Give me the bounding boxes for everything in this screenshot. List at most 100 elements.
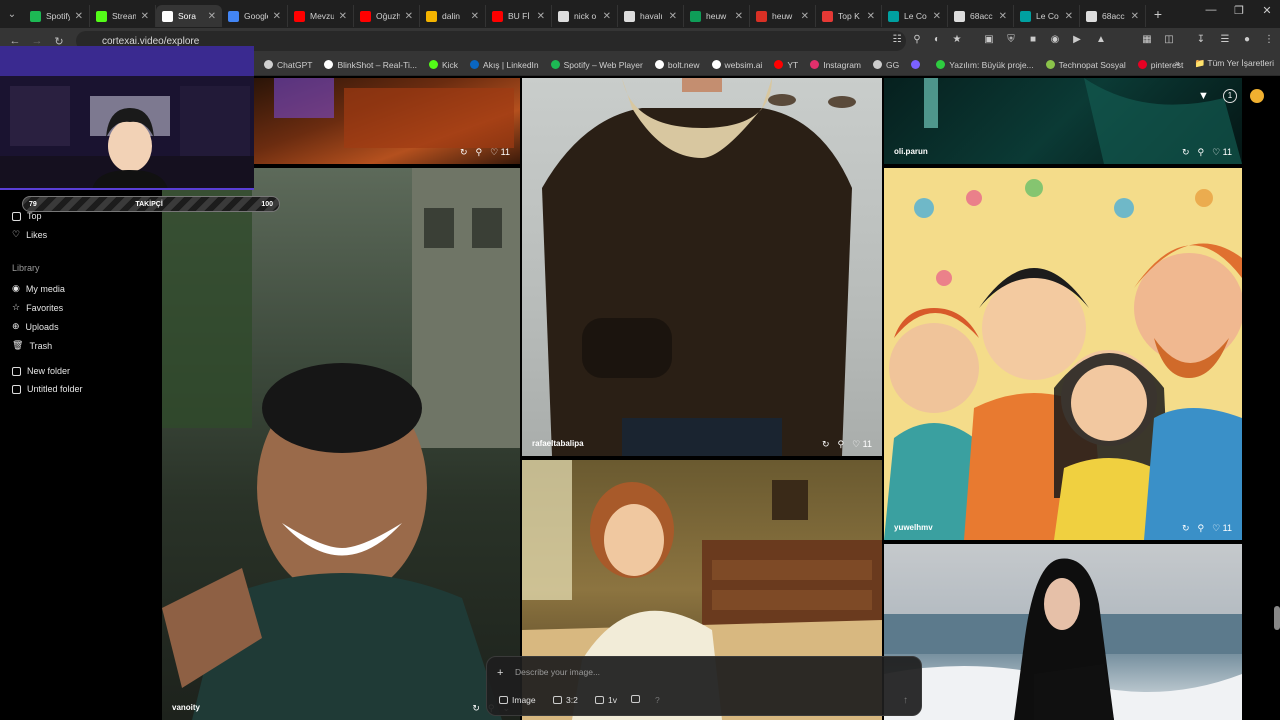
gallery-card[interactable]: oli.parun ↻ ⚲ ♡ 11 <box>884 78 1242 164</box>
browser-tab[interactable]: Mevzu ✕ <box>288 5 354 27</box>
search-icon[interactable]: ⚲ <box>475 147 482 158</box>
profile-icon[interactable]: ● <box>1240 34 1254 48</box>
bookmark-item[interactable]: Spotify – Web Player <box>550 60 643 70</box>
bookmark-item[interactable]: Kick <box>428 60 458 70</box>
sidebar-item-new-folder[interactable]: New folder <box>12 366 70 376</box>
like-button[interactable]: ♡ 11 <box>852 439 872 450</box>
search-icon[interactable]: ⚲ <box>1197 523 1204 534</box>
remix-icon[interactable]: ↻ <box>472 703 480 714</box>
close-window-button[interactable]: ✕ <box>1252 4 1280 17</box>
tab-close-icon[interactable]: ✕ <box>1065 11 1073 22</box>
tab-close-icon[interactable]: ✕ <box>1131 11 1139 22</box>
tab-close-icon[interactable]: ✕ <box>867 11 875 22</box>
browser-tab[interactable]: Google ✕ <box>222 5 288 27</box>
variations-button[interactable]: 1v <box>595 695 617 705</box>
sidebar-item-favorites[interactable]: ☆ Favorites <box>12 302 63 313</box>
remix-icon[interactable]: ↻ <box>822 439 830 450</box>
add-attachment-icon[interactable]: + <box>497 667 503 679</box>
bookmark-item[interactable]: YT <box>774 60 798 70</box>
notifications-badge[interactable]: 1 <box>1223 89 1237 103</box>
play-extension-icon[interactable]: ▶ <box>1070 34 1084 48</box>
bookmark-item[interactable]: bolt.new <box>654 60 700 70</box>
gallery-card[interactable] <box>884 544 1242 720</box>
browser-tab[interactable]: Stream ✕ <box>90 5 156 27</box>
card-username[interactable]: yuwelhmv <box>894 523 933 532</box>
tab-close-icon[interactable]: ✕ <box>75 11 83 22</box>
tab-search-button[interactable]: ⌄ <box>0 0 24 28</box>
like-button[interactable]: ♡ 11 <box>1212 147 1232 158</box>
tab-close-icon[interactable]: ✕ <box>933 11 941 22</box>
eye-off-icon[interactable]: ◐ <box>930 34 944 48</box>
extensions-puzzle-icon[interactable]: ◫ <box>1162 34 1176 48</box>
gallery-card[interactable]: ↻ ⚲ ♡ 11 <box>254 78 520 164</box>
zoom-icon[interactable]: ⚲ <box>910 34 924 48</box>
sidebar-item-trash[interactable]: 🗑 Trash <box>12 340 52 351</box>
card-username[interactable]: vanoity <box>172 703 200 712</box>
tab-close-icon[interactable]: ✕ <box>405 11 413 22</box>
bookmark-item[interactable]: Technopat Sosyal <box>1045 60 1126 70</box>
minimize-button[interactable]: — <box>1196 4 1226 16</box>
tab-close-icon[interactable]: ✕ <box>801 11 809 22</box>
extension-icon-b[interactable]: ◉ <box>1048 34 1062 48</box>
bookmark-item[interactable]: Akış | LinkedIn <box>470 60 539 70</box>
browser-tab[interactable]: nick o ✕ <box>552 5 618 27</box>
aspect-ratio-button[interactable]: 3:2 <box>553 695 578 705</box>
user-avatar[interactable] <box>1250 89 1264 103</box>
browser-tab[interactable]: heuw ✕ <box>750 5 816 27</box>
card-username[interactable]: rafaeltabalipa <box>532 439 584 448</box>
bookmark-item[interactable]: GG <box>873 60 899 70</box>
browser-tab[interactable]: Oğuzh ✕ <box>354 5 420 27</box>
bookmark-item[interactable] <box>911 60 924 69</box>
tab-close-icon[interactable]: ✕ <box>273 11 281 22</box>
extension-icon-a[interactable]: ■ <box>1026 34 1040 48</box>
bookmark-item[interactable]: websim.ai <box>711 60 762 70</box>
browser-tab[interactable]: dalin ✕ <box>420 5 486 27</box>
browser-tab[interactable]: heuw ✕ <box>684 5 750 27</box>
browser-tab[interactable]: Le Co ✕ <box>882 5 948 27</box>
gallery-card[interactable]: yuwelhmv ↻ ⚲ ♡ 11 <box>884 168 1242 540</box>
browser-tab[interactable]: havalı ✕ <box>618 5 684 27</box>
gallery-card[interactable]: vanoity ↻ ⚲ ⌄ <box>162 168 520 720</box>
tab-close-icon[interactable]: ✕ <box>669 11 677 22</box>
sidebar-item-likes[interactable]: ♡ Likes <box>12 229 47 240</box>
bookmark-star-icon[interactable]: ★ <box>950 34 964 48</box>
sidebar-item-untitled-folder[interactable]: Untitled folder <box>12 384 83 394</box>
remix-icon[interactable]: ↻ <box>460 147 468 158</box>
card-username[interactable]: oli.parun <box>894 147 928 156</box>
download-icon[interactable]: ↧ <box>1194 34 1208 48</box>
bookmarks-overflow-icon[interactable]: » <box>1175 58 1180 68</box>
preset-button[interactable] <box>631 695 640 703</box>
tab-close-icon[interactable]: ✕ <box>339 11 347 22</box>
search-icon[interactable]: ⚲ <box>837 439 844 450</box>
new-tab-button[interactable]: + <box>1146 6 1170 22</box>
bookmark-item[interactable]: Yazılım: Büyük proje... <box>936 60 1034 70</box>
all-bookmarks-folder[interactable]: 📁 Tüm Yer İşaretleri <box>1195 58 1274 69</box>
browser-tab[interactable]: Le Co ✕ <box>1014 5 1080 27</box>
like-button[interactable]: ♡ 11 <box>490 147 510 158</box>
scrollbar-thumb[interactable] <box>1274 606 1280 630</box>
bookmark-item[interactable]: Instagram <box>810 60 861 70</box>
browser-tab[interactable]: Sora ✕ <box>156 5 222 27</box>
browser-tab[interactable]: Top K ✕ <box>816 5 882 27</box>
tab-close-icon[interactable]: ✕ <box>208 11 216 22</box>
browser-tab[interactable]: 68acc ✕ <box>1080 5 1146 27</box>
shield-extension-icon[interactable]: ⛨ <box>1004 34 1018 48</box>
browser-tab[interactable]: Spotify ✕ <box>24 5 90 27</box>
search-icon[interactable]: ⚲ <box>1197 147 1204 158</box>
submit-arrow-icon[interactable]: ↑ <box>903 695 908 706</box>
sidebar-item-top[interactable]: Top <box>12 211 42 221</box>
browser-tab[interactable]: 68acc ✕ <box>948 5 1014 27</box>
tab-close-icon[interactable]: ✕ <box>735 11 743 22</box>
browser-tab[interactable]: BU Fİ ✕ <box>486 5 552 27</box>
tab-close-icon[interactable]: ✕ <box>471 11 479 22</box>
like-button[interactable]: ♡ 11 <box>1212 523 1232 534</box>
tab-close-icon[interactable]: ✕ <box>603 11 611 22</box>
prompt-input[interactable] <box>515 665 895 679</box>
screenshot-extension-icon[interactable]: ▣ <box>982 34 996 48</box>
extension-icon-d[interactable]: ▦ <box>1140 34 1154 48</box>
bookmark-item[interactable]: ChatGPT <box>264 60 312 70</box>
extension-icon-c[interactable]: ▲ <box>1094 34 1108 48</box>
remix-icon[interactable]: ↻ <box>1182 523 1190 534</box>
media-control-icon[interactable]: ☰ <box>1218 34 1232 48</box>
tab-close-icon[interactable]: ✕ <box>999 11 1007 22</box>
